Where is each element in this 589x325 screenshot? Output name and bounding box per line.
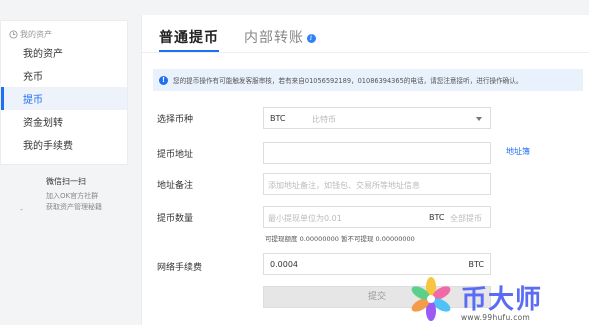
flower-logo-icon: [411, 277, 451, 321]
available-value: 0.00000000: [299, 235, 339, 243]
qr-line-1: 加入OK官方社群: [46, 192, 99, 200]
wechat-qr-promo: 微信扫一扫 - 加入OK官方社群 获取资产管理秘籍: [20, 176, 130, 214]
fee-currency: BTC: [468, 260, 485, 269]
sidebar-header: 我的资产: [1, 21, 127, 41]
qr-line-2: 获取资产管理秘籍: [46, 203, 102, 211]
address-note-input[interactable]: 添加地址备注，如钱包、交易所等地址信息: [263, 173, 491, 195]
info-icon[interactable]: i: [307, 33, 316, 43]
tab-internal-transfer[interactable]: 内部转账 i: [244, 27, 316, 47]
tab-bar: 普通提币 内部转账 i: [142, 15, 589, 53]
notice-text: 您的提币操作有可能触发客服审核，若有来自01056592189，01086394…: [173, 77, 523, 85]
fee-input[interactable]: 0.0004 BTC: [263, 253, 491, 275]
currency-value: BTC: [270, 114, 286, 123]
note-label: 地址备注: [157, 181, 194, 191]
watermark-title: 币大师: [461, 285, 543, 315]
frozen-label: 暂不可提现: [340, 235, 374, 243]
withdraw-all-button[interactable]: 全部提币: [450, 213, 482, 224]
chevron-down-icon: [476, 117, 482, 121]
amount-label: 提币数量: [157, 214, 194, 224]
address-input[interactable]: [263, 142, 491, 164]
sidebar-item-label: 资金划转: [23, 118, 63, 129]
note-placeholder: 添加地址备注，如钱包、交易所等地址信息: [268, 181, 420, 190]
qr-title: 微信扫一扫: [46, 177, 86, 186]
tab-label: 普通提币: [159, 30, 219, 46]
currency-label: 选择币种: [157, 115, 194, 125]
sidebar-header-label: 我的资产: [20, 30, 52, 39]
tab-label: 内部转账: [244, 30, 304, 46]
address-label: 提币地址: [157, 150, 194, 160]
sidebar-item-label: 提币: [23, 95, 43, 106]
sidebar: 我的资产 我的资产 充币 提币 资金划转 我的手续费: [0, 20, 128, 165]
available-balance: 可提现额度 0.00000000 暂不可提现 0.00000000: [265, 233, 415, 243]
fee-value: 0.0004: [270, 260, 298, 269]
notice-banner: ! 您的提币操作有可能触发客服审核，若有来自01056592189，010863…: [153, 69, 583, 91]
amount-input[interactable]: 最小提现单位为0.01 BTC 全部提币: [263, 206, 491, 228]
currency-select[interactable]: BTC 比特币: [263, 107, 491, 129]
fee-label: 网络手续费: [157, 263, 203, 273]
sidebar-item-label: 我的手续费: [23, 141, 73, 152]
watermark-logo: 币大师 www.99hufu.com: [405, 273, 589, 325]
watermark-url: www.99hufu.com: [461, 313, 531, 322]
currency-subtext: 比特币: [312, 115, 336, 124]
clock-icon: [9, 30, 18, 39]
sidebar-item-deposit[interactable]: 充币: [1, 64, 127, 87]
sidebar-item-transfer[interactable]: 资金划转: [1, 110, 127, 133]
sidebar-item-label: 我的资产: [23, 49, 63, 60]
available-label: 可提现额度: [265, 235, 298, 243]
amount-currency: BTC: [429, 213, 445, 222]
qr-description: 加入OK官方社群 获取资产管理秘籍: [46, 191, 102, 214]
tab-normal-withdraw[interactable]: 普通提币: [159, 27, 219, 52]
amount-placeholder: 最小提现单位为0.01: [268, 214, 342, 223]
sidebar-item-label: 充币: [23, 72, 43, 83]
sidebar-item-my-assets[interactable]: 我的资产: [1, 41, 127, 64]
qr-dash: -: [20, 205, 23, 214]
frozen-value: 0.00000000: [375, 235, 415, 243]
sidebar-item-my-fees[interactable]: 我的手续费: [1, 133, 127, 156]
alert-icon: !: [159, 75, 168, 85]
address-book-link[interactable]: 地址簿: [506, 146, 530, 157]
sidebar-item-withdraw[interactable]: 提币: [1, 87, 127, 110]
